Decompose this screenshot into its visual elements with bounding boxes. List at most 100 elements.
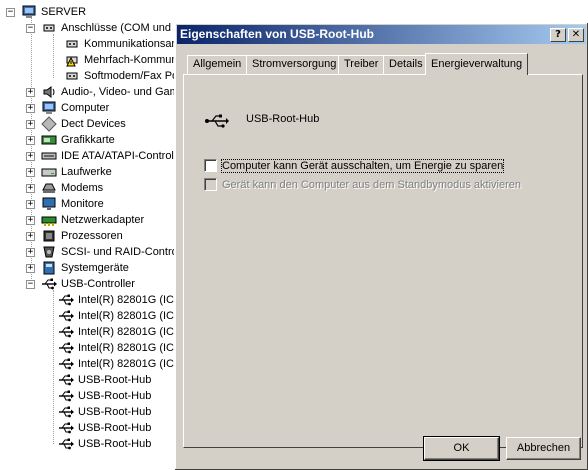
tree-item-label: Monitore (61, 198, 104, 210)
tree-item-label: Softmodem/Fax Port (84, 70, 185, 82)
device-name: USB-Root-Hub (246, 113, 320, 125)
tree-item[interactable]: − Anschlüsse (COM und LPT) (26, 20, 198, 36)
tree-item[interactable]: + Modems (26, 180, 103, 196)
wake-checkbox (204, 178, 217, 191)
dialog-title-text: Eigenschaften von USB-Root-Hub (180, 27, 374, 41)
tree-item-label: Computer (61, 102, 110, 114)
tree-item[interactable]: + Grafikkarte (26, 132, 115, 148)
help-button[interactable]: ? (550, 28, 566, 42)
tree-item[interactable]: USB-Root-Hub (58, 404, 151, 420)
computer-icon (21, 4, 37, 20)
usb-icon (58, 340, 74, 356)
dect-icon (41, 116, 57, 132)
port-icon (64, 68, 80, 84)
tree-item[interactable]: + Monitore (26, 196, 104, 212)
tree-item[interactable]: − USB-Controller (26, 276, 135, 292)
tree-item[interactable]: USB-Root-Hub (58, 436, 151, 452)
ok-button[interactable]: OK (423, 436, 500, 461)
tree-item[interactable]: + Netzwerkadapter (26, 212, 144, 228)
drive-icon (41, 164, 57, 180)
usb-icon (58, 404, 74, 420)
expand-icon[interactable]: + (26, 183, 35, 193)
usb-icon (58, 356, 74, 372)
expand-icon[interactable]: + (26, 231, 35, 241)
tree-item[interactable]: + IDE ATA/ATAPI-Controller (26, 148, 186, 164)
tree-item-label: IDE ATA/ATAPI-Controller (61, 150, 187, 162)
wake-label: Gerät kann den Computer aus dem Standbym… (222, 178, 521, 191)
usb-icon (58, 388, 74, 404)
cancel-button[interactable]: Abbrechen (506, 437, 581, 460)
power-off-option[interactable]: Computer kann Gerät ausschalten, um Ener… (204, 158, 505, 173)
port-icon (64, 36, 80, 52)
tree-item[interactable]: USB-Root-Hub (58, 420, 151, 436)
tree-item-label: Dect Devices (61, 118, 126, 130)
ide-icon (41, 148, 57, 164)
tree-item[interactable]: Softmodem/Fax Port (64, 68, 185, 84)
expand-icon[interactable]: + (26, 119, 35, 129)
usb-icon (41, 276, 57, 292)
usb-icon (204, 113, 230, 129)
tree-item[interactable]: + Laufwerke (26, 164, 112, 180)
usb-icon (58, 308, 74, 324)
tree-item-label: USB-Root-Hub (78, 390, 152, 402)
tab-details[interactable]: Details (383, 55, 429, 74)
tree-item-label: Netzwerkadapter (61, 214, 145, 226)
usb-icon (58, 436, 74, 452)
tree-item[interactable]: USB-Root-Hub (58, 372, 151, 388)
close-button[interactable]: ✕ (568, 28, 584, 42)
tree-item-label: USB-Root-Hub (78, 406, 152, 418)
tree-item-label: USB-Root-Hub (78, 374, 152, 386)
tree-item-label: Laufwerke (61, 166, 112, 178)
computer-icon (41, 100, 57, 116)
collapse-icon[interactable]: − (6, 7, 15, 17)
power-off-label[interactable]: Computer kann Gerät ausschalten, um Ener… (220, 158, 505, 173)
expand-icon[interactable]: + (26, 87, 35, 97)
expand-icon[interactable]: + (26, 215, 35, 225)
display-icon (41, 132, 57, 148)
tree-item-label: SCSI- und RAID-Controller (61, 246, 193, 258)
wake-option: Gerät kann den Computer aus dem Standbym… (204, 178, 521, 191)
warning-port-icon (64, 52, 80, 68)
expand-icon[interactable]: + (26, 247, 35, 257)
expand-icon[interactable]: + (26, 151, 35, 161)
tree-item[interactable]: + Systemgeräte (26, 260, 129, 276)
expand-icon[interactable]: + (26, 167, 35, 177)
tree-item-label: USB-Controller (61, 278, 135, 290)
usb-icon (58, 372, 74, 388)
properties-dialog: Eigenschaften von USB-Root-Hub ? ✕ Allge… (174, 22, 588, 470)
tree-item[interactable]: USB-Root-Hub (58, 388, 151, 404)
collapse-icon[interactable]: − (26, 23, 35, 33)
usb-icon (58, 324, 74, 340)
tree-item-label: USB-Root-Hub (78, 438, 152, 450)
monitor-icon (41, 196, 57, 212)
cpu-icon (41, 228, 57, 244)
tab-energieverwaltung[interactable]: Energieverwaltung (425, 53, 529, 75)
expand-icon[interactable]: + (26, 103, 35, 113)
expand-icon[interactable]: + (26, 263, 35, 273)
usb-icon (58, 420, 74, 436)
tree-item-label: Modems (61, 182, 104, 194)
modem-icon (41, 180, 57, 196)
tab-allgemein[interactable]: Allgemein (187, 55, 248, 74)
speaker-icon (41, 84, 57, 100)
collapse-icon[interactable]: − (26, 279, 35, 289)
network-icon (41, 212, 57, 228)
tree-item-label: Prozessoren (61, 230, 123, 242)
expand-icon[interactable]: + (26, 199, 35, 209)
tree-item[interactable]: + Computer (26, 100, 109, 116)
tree-item[interactable]: + Dect Devices (26, 116, 126, 132)
tab-treiber[interactable]: Treiber (338, 55, 385, 74)
scsi-icon (41, 244, 57, 260)
power-off-checkbox[interactable] (204, 159, 217, 172)
tree-item[interactable]: + Prozessoren (26, 228, 123, 244)
tab-panel: USB-Root-Hub Computer kann Gerät ausscha… (183, 74, 583, 448)
tree-item[interactable]: + SCSI- und RAID-Controller (26, 244, 192, 260)
port-icon (41, 20, 57, 36)
tree-item-label: Systemgeräte (61, 262, 129, 274)
expand-icon[interactable]: + (26, 135, 35, 145)
tab-stromversorgung[interactable]: Stromversorgung (246, 55, 343, 74)
usb-icon (58, 292, 74, 308)
dialog-title: Eigenschaften von USB-Root-Hub ? ✕ (177, 25, 586, 44)
tree-root[interactable]: − SERVER (6, 4, 86, 20)
tree-item-label: Grafikkarte (61, 134, 115, 146)
